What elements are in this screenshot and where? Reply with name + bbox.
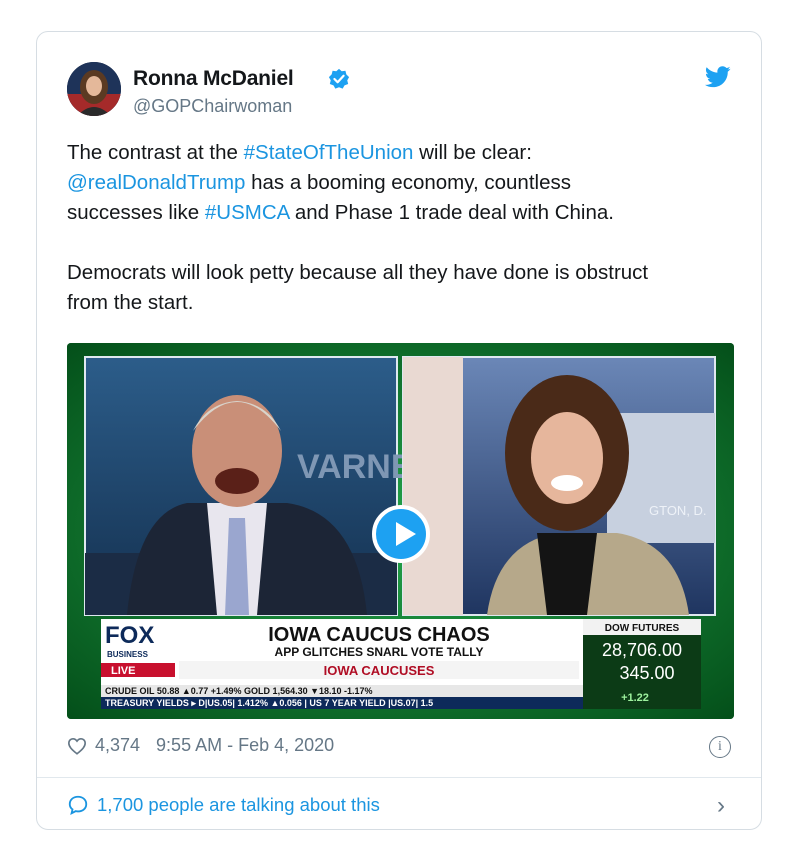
avatar[interactable] [67,62,121,116]
twitter-bird-icon[interactable] [705,66,731,88]
network-logo-sub: BUSINESS [107,650,149,659]
ticker-line-1: CRUDE OIL 50.88 ▲0.77 +1.49% GOLD 1,564.… [105,686,373,696]
text-fragment: from the start. [67,291,194,314]
text-fragment: The contrast at the [67,141,244,164]
heart-icon[interactable] [67,737,87,755]
timestamp[interactable]: 9:55 AM - Feb 4, 2020 [156,735,334,756]
speech-bubble-icon [68,795,88,815]
live-badge: LIVE [111,665,135,677]
author-handle[interactable]: @GOPChairwoman [133,96,292,117]
mention-link[interactable]: @realDonaldTrump [67,171,245,194]
play-icon[interactable] [372,505,430,563]
background-lettering: GTON, D. [649,503,707,518]
text-fragment: and Phase 1 trade deal with China. [289,201,614,224]
tweet-meta: 4,374 9:55 AM - Feb 4, 2020 [67,735,334,756]
hashtag-link[interactable]: #StateOfTheUnion [244,141,414,164]
conversation-text[interactable]: 1,700 people are talking about this [97,794,380,816]
hashtag-link[interactable]: #USMCA [205,201,289,224]
ticker-line-2: TREASURY YIELDS ▸ D|US.05| 1.412% ▲0.056… [105,698,433,708]
background-lettering: VARNE [297,448,414,486]
like-count[interactable]: 4,374 [95,735,140,756]
text-fragment: successes like [67,201,205,224]
chyron-headline: IOWA CAUCUS CHAOS [268,624,489,646]
divider [37,777,761,778]
dow-change: 345.00 [619,663,674,683]
verified-badge-icon [328,68,350,89]
chyron-tag: IOWA CAUCUSES [324,663,435,678]
dow-value: 28,706.00 [602,640,682,660]
network-logo: FOX [105,622,154,649]
text-fragment: Democrats will look petty because all th… [67,261,649,284]
tweet-card[interactable]: Ronna McDaniel @GOPChairwoman The contra… [36,31,762,830]
chevron-right-icon[interactable]: › [717,792,725,820]
info-icon[interactable]: i [709,736,731,758]
conversation-link[interactable]: 1,700 people are talking about this [67,794,380,816]
tweet-text: The contrast at the #StateOfTheUnion wil… [67,138,739,318]
text-fragment: will be clear: [413,141,532,164]
chyron-subhead: APP GLITCHES SNARL VOTE TALLY [275,645,484,659]
video-player[interactable]: VARNE GTON, D. FOX BUSINESS LIVE IOWA CA… [67,343,734,719]
text-fragment: has a booming economy, countless [245,171,571,194]
author-name[interactable]: Ronna McDaniel [133,67,294,91]
dow-label: DOW FUTURES [605,623,680,634]
dow-pct: +1.22 [621,692,649,704]
